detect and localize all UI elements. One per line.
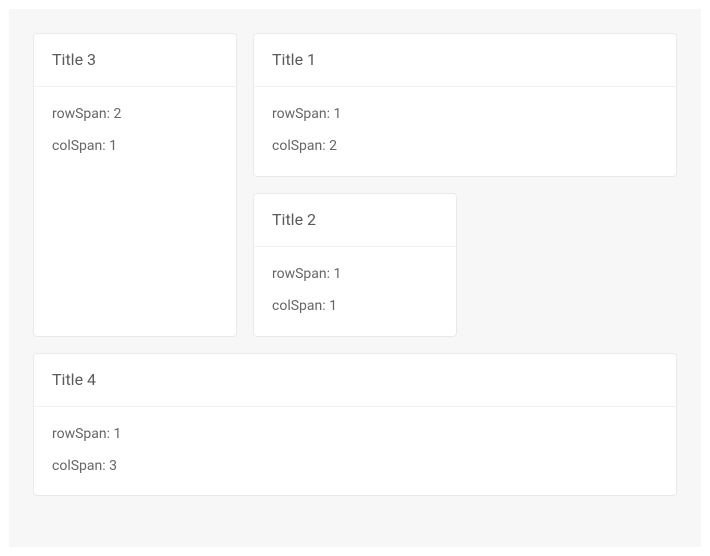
card-body: rowSpan: 2 colSpan: 1 xyxy=(34,87,236,176)
card-body: rowSpan: 1 colSpan: 3 xyxy=(34,407,676,496)
card-header: Title 1 xyxy=(254,34,676,87)
col-span-text: colSpan: 1 xyxy=(52,135,218,157)
col-span-text: colSpan: 3 xyxy=(52,455,658,477)
card-title-1: Title 1 rowSpan: 1 colSpan: 2 xyxy=(253,33,677,177)
card-title: Title 4 xyxy=(52,368,658,392)
card-header: Title 3 xyxy=(34,34,236,87)
card-title: Title 1 xyxy=(272,48,658,72)
card-header: Title 4 xyxy=(34,354,676,407)
row-span-text: rowSpan: 1 xyxy=(272,103,658,125)
card-title: Title 2 xyxy=(272,208,438,232)
card-body: rowSpan: 1 colSpan: 2 xyxy=(254,87,676,176)
row-span-text: rowSpan: 1 xyxy=(272,263,438,285)
card-body: rowSpan: 1 colSpan: 1 xyxy=(254,247,456,336)
card-title-4: Title 4 rowSpan: 1 colSpan: 3 xyxy=(33,353,677,497)
row-span-text: rowSpan: 2 xyxy=(52,103,218,125)
row-span-text: rowSpan: 1 xyxy=(52,423,658,445)
card-grid-container: Title 3 rowSpan: 2 colSpan: 1 Title 1 ro… xyxy=(9,9,701,547)
card-title-2: Title 2 rowSpan: 1 colSpan: 1 xyxy=(253,193,457,337)
card-header: Title 2 xyxy=(254,194,456,247)
card-title: Title 3 xyxy=(52,48,218,72)
card-grid: Title 3 rowSpan: 2 colSpan: 1 Title 1 ro… xyxy=(33,33,677,496)
col-span-text: colSpan: 2 xyxy=(272,135,658,157)
col-span-text: colSpan: 1 xyxy=(272,295,438,317)
card-title-3: Title 3 rowSpan: 2 colSpan: 1 xyxy=(33,33,237,337)
